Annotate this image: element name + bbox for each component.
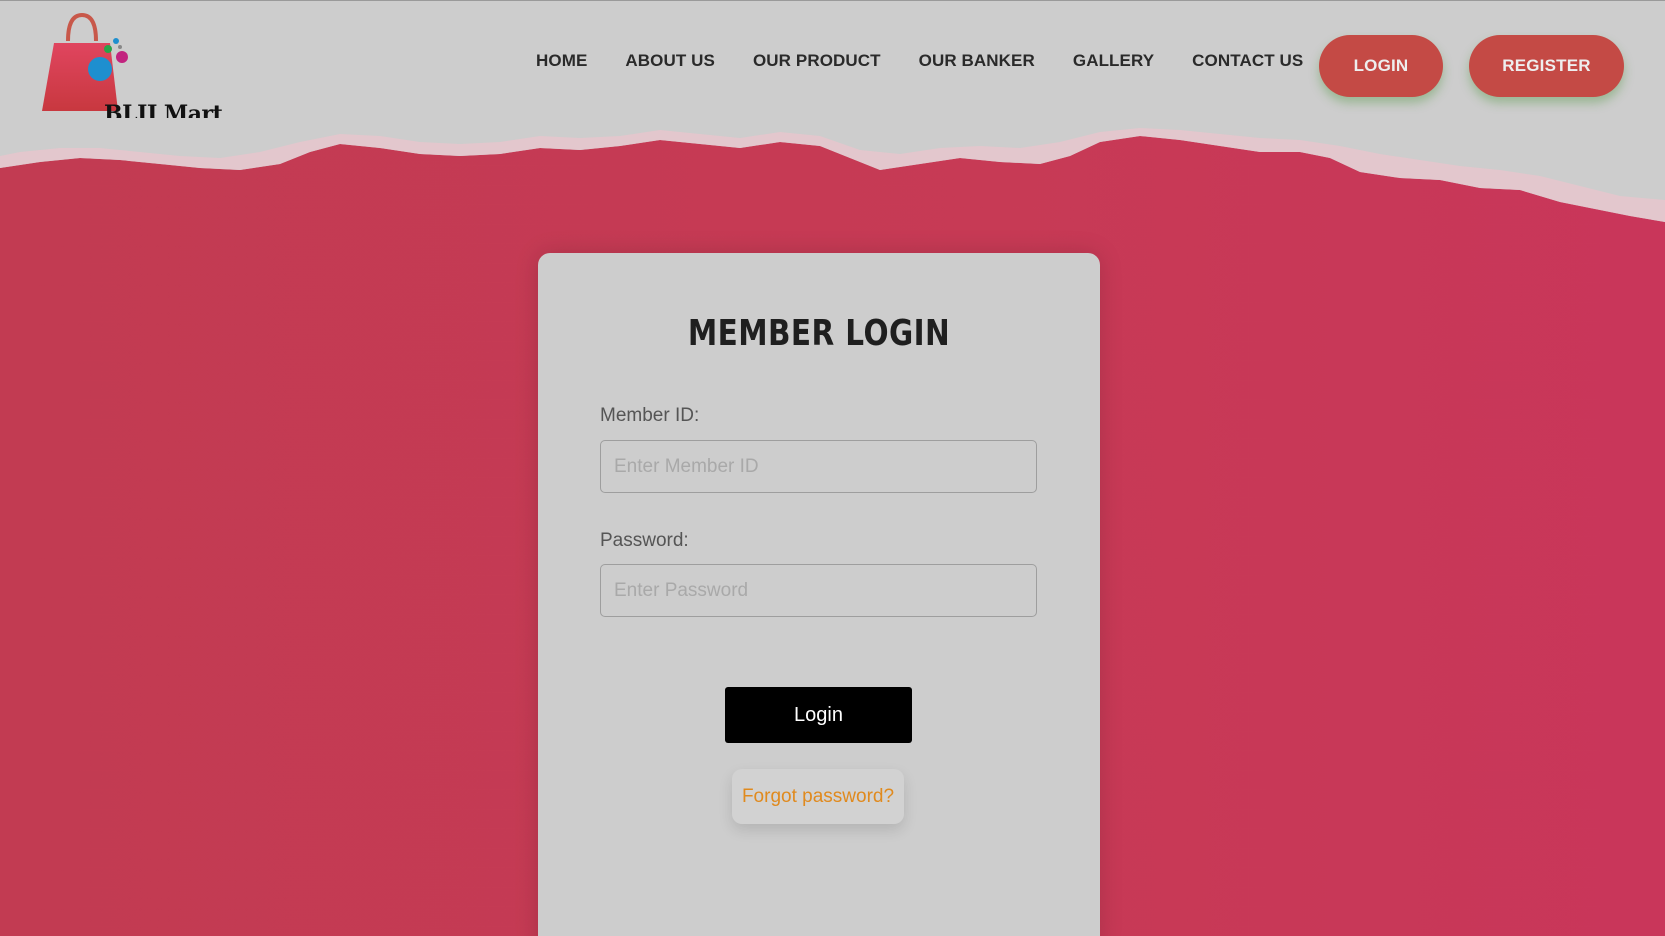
nav-item-contact-us[interactable]: CONTACT US xyxy=(1192,51,1303,71)
nav-item-our-banker[interactable]: OUR BANKER xyxy=(919,51,1035,71)
page-title: MEMBER LOGIN xyxy=(687,313,951,354)
nav-item-gallery[interactable]: GALLERY xyxy=(1073,51,1154,71)
nav-item-our-product[interactable]: OUR PRODUCT xyxy=(753,51,881,71)
member-id-label: Member ID: xyxy=(600,405,700,426)
torn-edge-divider xyxy=(0,118,1665,222)
nav-item-about-us[interactable]: ABOUT US xyxy=(625,51,715,71)
forgot-password-link[interactable]: Forgot password? xyxy=(732,769,904,824)
password-label: Password: xyxy=(600,530,689,551)
member-id-input[interactable] xyxy=(600,440,1037,493)
login-card: MEMBER LOGIN Member ID: Password: Login … xyxy=(538,253,1100,936)
login-submit-button[interactable]: Login xyxy=(725,687,912,743)
brand-logo[interactable]: BLIJ Mart xyxy=(40,12,223,127)
site-header: BLIJ Mart HOME ABOUT US OUR PRODUCT OUR … xyxy=(0,0,1665,135)
header-register-button[interactable]: REGISTER xyxy=(1469,35,1624,97)
password-input[interactable] xyxy=(600,564,1037,617)
header-login-button[interactable]: LOGIN xyxy=(1319,35,1443,97)
main-nav: HOME ABOUT US OUR PRODUCT OUR BANKER GAL… xyxy=(536,51,1341,71)
nav-item-home[interactable]: HOME xyxy=(536,51,587,71)
